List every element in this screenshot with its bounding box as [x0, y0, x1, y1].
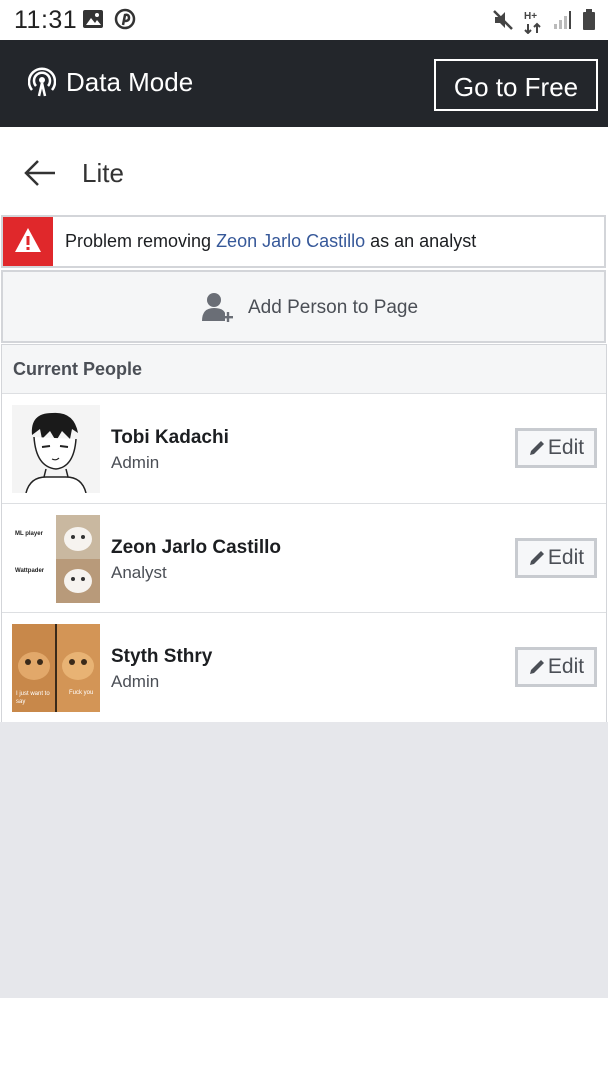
empty-content-area: [0, 722, 608, 998]
go-to-free-button[interactable]: Go to Free: [434, 59, 598, 111]
mute-icon: [492, 9, 514, 36]
current-people-title: Current People: [13, 359, 143, 379]
avatar-caption: Fuck you: [69, 690, 94, 696]
person-row: Tobi Kadachi Admin Edit: [2, 394, 606, 503]
person-name: Tobi Kadachi: [111, 427, 229, 448]
page-title: Lite: [82, 158, 124, 188]
person-row: ML player Wattpader Zeon Jarlo Castillo …: [2, 503, 606, 613]
pinterest-notification-icon: [114, 8, 136, 35]
edit-button[interactable]: Edit: [515, 428, 597, 468]
network-type-icon: H+: [524, 11, 542, 34]
person-role: Admin: [111, 453, 160, 472]
person-role: Admin: [111, 672, 160, 691]
add-person-label: Add Person to Page: [248, 297, 419, 318]
current-people-list: Current People Tobi Kadachi Admin Edit M…: [1, 344, 607, 722]
avatar-caption: ML player: [15, 531, 43, 537]
error-message: Problem removing Zeon Jarlo Castillo as …: [65, 231, 477, 251]
person-row: I just want to say Fuck you Styth Sthry …: [2, 612, 606, 722]
edit-button[interactable]: Edit: [515, 538, 597, 578]
error-user-link[interactable]: Zeon Jarlo Castillo: [216, 231, 365, 251]
status-bar: 11:31 H+: [0, 0, 608, 40]
avatar-caption: Wattpader: [15, 568, 45, 574]
battery-icon: [582, 9, 596, 36]
pencil-icon: [528, 549, 546, 567]
data-broadcast-icon: [27, 67, 57, 102]
add-person-button[interactable]: Add Person to Page: [1, 270, 606, 343]
edit-button[interactable]: Edit: [515, 647, 597, 687]
signal-icon: [552, 10, 572, 35]
avatar: ML player Wattpader: [12, 515, 100, 603]
current-people-header: Current People: [2, 345, 606, 394]
warning-icon: [14, 227, 42, 258]
person-name: Zeon Jarlo Castillo: [111, 537, 281, 558]
person-name: Styth Sthry: [111, 646, 213, 667]
image-notification-icon: [82, 8, 104, 35]
back-arrow-icon[interactable]: [24, 159, 56, 192]
avatar: [12, 405, 100, 493]
error-banner: Problem removing Zeon Jarlo Castillo as …: [1, 215, 606, 268]
add-person-icon: [199, 291, 235, 330]
avatar-caption: I just want to say: [16, 691, 50, 705]
data-mode-title: Data Mode: [66, 67, 194, 97]
pencil-icon: [528, 658, 546, 676]
page-header: Lite: [0, 127, 608, 215]
pencil-icon: [528, 439, 546, 457]
person-role: Analyst: [111, 563, 167, 582]
status-time: 11:31: [14, 6, 78, 34]
avatar: I just want to say Fuck you: [12, 624, 100, 712]
